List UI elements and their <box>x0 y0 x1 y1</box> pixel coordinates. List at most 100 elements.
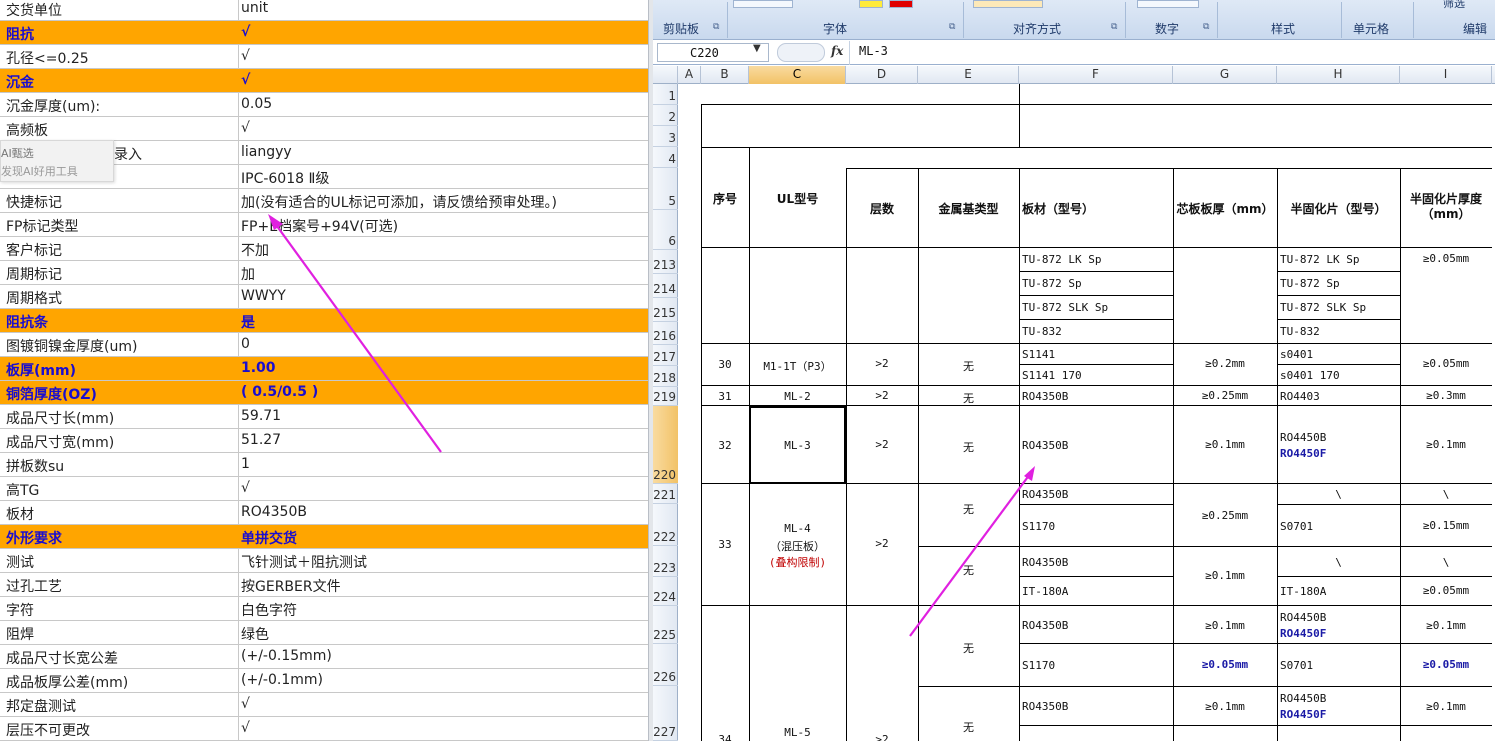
table-cell[interactable]: \ <box>1400 556 1492 569</box>
table-cell[interactable]: s0401 170 <box>1280 369 1340 382</box>
table-cell[interactable]: ≥0.1mm <box>1400 619 1492 632</box>
property-row[interactable]: 沉金 √ <box>0 69 648 93</box>
table-cell[interactable]: TU-872 SLK Sp <box>1280 301 1366 314</box>
property-row[interactable]: 成品尺寸长宽公差 (+/-0.15mm) <box>0 645 648 669</box>
row-header[interactable]: 3 <box>653 126 678 147</box>
property-row[interactable]: 周期标记 加 <box>0 261 648 285</box>
table-cell[interactable]: M1-1T（P3） <box>749 358 846 374</box>
row-header[interactable]: 214 <box>653 274 678 298</box>
table-cell[interactable]: s0401 <box>1280 348 1313 361</box>
table-cell[interactable]: ≥0.05mm <box>1173 658 1277 671</box>
table-cell[interactable]: RO4450F <box>1280 708 1326 721</box>
row-header[interactable]: 219 <box>653 387 678 406</box>
table-cell[interactable]: S1170 <box>1022 659 1055 672</box>
number-format-button[interactable] <box>1137 0 1199 8</box>
table-cell[interactable]: ≥0.05mm <box>1400 584 1492 597</box>
table-cell[interactable]: ≥0.1mm <box>1173 619 1277 632</box>
highlight-color-button[interactable] <box>859 0 883 8</box>
row-header[interactable]: 220 <box>653 406 678 484</box>
ribbon-group-font[interactable]: 字体 <box>823 20 847 37</box>
property-row[interactable]: 周期格式 WWYY <box>0 285 648 309</box>
header-metal-type[interactable]: 金属基类型 <box>918 200 1019 217</box>
header-board[interactable]: 板材（型号） <box>1022 200 1094 217</box>
table-cell[interactable]: 31 <box>701 390 749 403</box>
row-header[interactable]: 215 <box>653 298 678 322</box>
table-cell[interactable]: S1141 <box>1022 348 1055 361</box>
spreadsheet-grid[interactable]: 序号 UL型号 层数 金属基类型 板材（型号） 芯板板厚（mm） 半固化片（型号） 半固化片厚… <box>679 84 1495 741</box>
filter-button[interactable]: 筛选 <box>1443 0 1465 11</box>
header-seq[interactable]: 序号 <box>701 190 749 207</box>
table-cell[interactable]: ≥0.2mm <box>1173 357 1277 370</box>
table-cell[interactable]: 32 <box>701 439 749 452</box>
table-cell[interactable]: 无 <box>918 719 1019 735</box>
property-row[interactable]: 外形要求 单拼交货 <box>0 525 648 549</box>
header-core-thickness[interactable]: 芯板板厚（mm） <box>1173 200 1277 217</box>
table-cell[interactable]: ≥0.15mm <box>1400 519 1492 532</box>
table-cell[interactable]: >2 <box>846 438 918 451</box>
property-row[interactable]: 阻抗条 是 <box>0 309 648 333</box>
row-header[interactable]: 225 <box>653 606 678 644</box>
table-cell[interactable]: S1170 <box>1022 520 1055 533</box>
row-header[interactable]: 213 <box>653 250 678 274</box>
header-prepreg-thickness[interactable]: 半固化片厚度（mm） <box>1400 192 1492 222</box>
property-row[interactable]: 邦定盘测试 √ <box>0 693 648 717</box>
property-row[interactable]: 客户标记 不加 <box>0 237 648 261</box>
function-icon[interactable]: fx <box>831 44 843 58</box>
table-cell[interactable]: ≥0.25mm <box>1173 389 1277 402</box>
column-header-g[interactable]: G <box>1173 66 1277 84</box>
ribbon-group-clipboard[interactable]: 剪贴板 <box>663 20 699 37</box>
table-cell[interactable]: RO4350B <box>1022 439 1068 452</box>
select-all-corner[interactable] <box>653 66 678 84</box>
table-cell[interactable]: RO4450F <box>1280 447 1326 460</box>
property-row[interactable]: 成品板厚公差(mm) (+/-0.1mm) <box>0 669 648 693</box>
column-header-f[interactable]: F <box>1019 66 1173 84</box>
table-cell[interactable]: >2 <box>846 389 918 402</box>
table-cell[interactable]: ≥0.25mm <box>1173 509 1277 522</box>
table-cell[interactable]: IT-180A <box>1022 585 1068 598</box>
table-cell[interactable]: ≥0.05mm <box>1400 252 1492 265</box>
property-row[interactable]: 图镀铜镍金厚度(um) 0 <box>0 333 648 357</box>
property-row[interactable]: 板厚(mm) 1.00 <box>0 357 648 381</box>
row-header[interactable]: 2 <box>653 105 678 126</box>
ribbon-button[interactable] <box>733 0 793 8</box>
table-cell[interactable]: TU-872 SLK Sp <box>1022 301 1108 314</box>
clipboard-launcher-icon[interactable]: ⧉ <box>713 22 719 32</box>
table-cell[interactable]: RO4350B <box>1022 488 1068 501</box>
table-cell[interactable]: S0701 <box>1280 659 1313 672</box>
column-header-e[interactable]: E <box>918 66 1019 84</box>
property-row[interactable]: 过孔工艺 按GERBER文件 <box>0 573 648 597</box>
table-cell[interactable]: 33 <box>701 538 749 551</box>
table-cell[interactable]: >2 <box>846 733 918 741</box>
column-header-d[interactable]: D <box>846 66 918 84</box>
header-prepreg[interactable]: 半固化片（型号） <box>1277 200 1400 217</box>
property-row[interactable]: 拼板数su 1 <box>0 453 648 477</box>
number-launcher-icon[interactable]: ⧉ <box>1203 22 1209 32</box>
property-row[interactable]: 高TG √ <box>0 477 648 501</box>
row-header[interactable]: 217 <box>653 345 678 366</box>
property-row[interactable]: 层压不可更改 √ <box>0 717 648 741</box>
ribbon-group-editing[interactable]: 编辑 <box>1463 20 1487 37</box>
table-cell[interactable]: RO4450B <box>1280 611 1326 624</box>
table-cell[interactable]: >2 <box>846 357 918 370</box>
ribbon-group-styles[interactable]: 样式 <box>1271 20 1295 37</box>
ai-popup[interactable]: AI甄选 发现AI好用工具 <box>0 140 114 182</box>
row-header[interactable]: 227 <box>653 686 678 741</box>
property-row[interactable]: 成品尺寸宽(mm) 51.27 <box>0 429 648 453</box>
property-row[interactable]: 阻焊 绿色 <box>0 621 648 645</box>
table-cell[interactable]: RO4350B <box>1022 556 1068 569</box>
table-cell[interactable]: RO4350B <box>1022 700 1068 713</box>
table-cell[interactable]: \ <box>1277 556 1400 569</box>
align-button[interactable] <box>973 0 1043 8</box>
table-cell[interactable]: S0701 <box>1280 520 1313 533</box>
property-row[interactable]: 铜箔厚度(OZ) ( 0.5/0.5 ) <box>0 381 648 405</box>
row-header[interactable]: 5 <box>653 168 678 210</box>
table-cell[interactable]: RO4450B <box>1280 431 1326 444</box>
table-cell[interactable]: 34 <box>701 733 749 741</box>
column-header-i[interactable]: I <box>1400 66 1492 84</box>
property-row[interactable]: FP标记类型 FP+E档案号+94V(可选) <box>0 213 648 237</box>
formula-controls[interactable] <box>777 43 825 62</box>
table-cell[interactable]: ≥0.1mm <box>1400 438 1492 451</box>
table-cell[interactable]: TU-872 LK Sp <box>1022 253 1101 266</box>
table-cell[interactable]: TU-872 LK Sp <box>1280 253 1359 266</box>
property-row[interactable]: 孔径<=0.25 √ <box>0 45 648 69</box>
